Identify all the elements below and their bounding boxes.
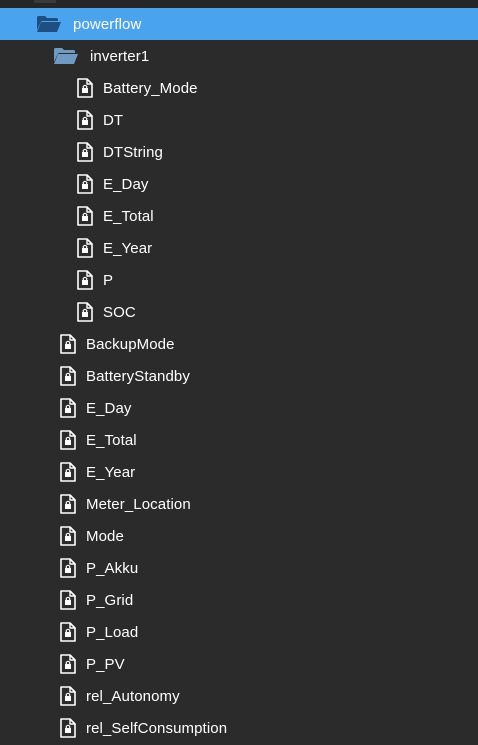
tree-leaf-e-total[interactable]: E_Total [0,424,478,456]
tree-leaf-inverter1-p[interactable]: P [0,264,478,296]
tree-leaf-label: BackupMode [86,335,175,353]
tree-node-label: powerflow [73,15,142,33]
tree-leaf-rel-selfconsumption[interactable]: rel_SelfConsumption [0,712,478,744]
locked-file-icon [75,270,95,290]
tree-leaf-label: rel_Autonomy [86,687,180,705]
tree-leaf-label: BatteryStandby [86,367,190,385]
locked-file-icon [75,206,95,226]
tree-leaf-label: Mode [86,527,124,545]
locked-file-icon [58,590,78,610]
tree-leaf-inverter1-e-total[interactable]: E_Total [0,200,478,232]
locked-file-icon [58,686,78,706]
tree-leaf-p-load[interactable]: P_Load [0,616,478,648]
tree-leaf-label: E_Day [86,399,132,417]
tree-node-powerflow[interactable]: powerflow [0,8,478,40]
locked-file-icon [58,622,78,642]
tree-leaf-label: E_Year [86,463,136,481]
locked-file-icon [58,494,78,514]
locked-file-icon [58,366,78,386]
tree-leaf-p-grid[interactable]: P_Grid [0,584,478,616]
locked-file-icon [58,526,78,546]
locked-file-icon [75,110,95,130]
locked-file-icon [58,718,78,738]
tree-leaf-backupmode[interactable]: BackupMode [0,328,478,360]
tree-leaf-label: SOC [103,303,136,321]
tree-leaf-mode[interactable]: Mode [0,520,478,552]
tree-leaf-label: E_Total [86,431,137,449]
locked-file-icon [75,238,95,258]
locked-file-icon [75,142,95,162]
tree-leaf-label: P [103,271,114,289]
tree-leaf-inverter1-dtstring[interactable]: DTString [0,136,478,168]
tree-leaf-label: E_Total [103,207,154,225]
tree-leaf-label: rel_SelfConsumption [86,719,228,737]
tree-leaf-label: Battery_Mode [103,79,198,97]
scroll-stub [34,0,56,3]
tree-leaf-label: P_PV [86,655,125,673]
tree-leaf-batterystandby[interactable]: BatteryStandby [0,360,478,392]
locked-file-icon [75,302,95,322]
tree-leaf-e-day[interactable]: E_Day [0,392,478,424]
tree-leaf-label: Meter_Location [86,495,191,513]
tree-leaf-label: E_Year [103,239,153,257]
locked-file-icon [58,334,78,354]
tree-leaf-label: E_Day [103,175,149,193]
locked-file-icon [58,430,78,450]
locked-file-icon [75,78,95,98]
locked-file-icon [75,174,95,194]
tree-leaf-inverter1-soc[interactable]: SOC [0,296,478,328]
tree-leaf-label: P_Load [86,623,139,641]
tree-leaf-rel-autonomy[interactable]: rel_Autonomy [0,680,478,712]
tree-leaf-label: P_Grid [86,591,134,609]
tree-leaf-label: DTString [103,143,163,161]
tree-leaf-label: DT [103,111,124,129]
tree-leaf-p-pv[interactable]: P_PV [0,648,478,680]
tree-node-label: inverter1 [90,47,150,65]
tree-leaf-inverter1-e-day[interactable]: E_Day [0,168,478,200]
tree-leaf-inverter1-battery-mode[interactable]: Battery_Mode [0,72,478,104]
tree-leaf-inverter1-e-year[interactable]: E_Year [0,232,478,264]
tree-leaf-label: P_Akku [86,559,139,577]
tree-node-inverter1[interactable]: inverter1 [0,40,478,72]
locked-file-icon [58,654,78,674]
locked-file-icon [58,462,78,482]
top-edge [0,0,478,8]
tree-leaf-inverter1-dt[interactable]: DT [0,104,478,136]
folder-open-icon [53,46,79,66]
locked-file-icon [58,398,78,418]
tree-leaf-p-akku[interactable]: P_Akku [0,552,478,584]
tree-leaf-meter-location[interactable]: Meter_Location [0,488,478,520]
locked-file-icon [58,558,78,578]
object-tree: powerflow inverter1 Battery_Mode DT DTSt… [0,0,478,745]
folder-open-icon [36,14,62,34]
tree-leaf-e-year[interactable]: E_Year [0,456,478,488]
